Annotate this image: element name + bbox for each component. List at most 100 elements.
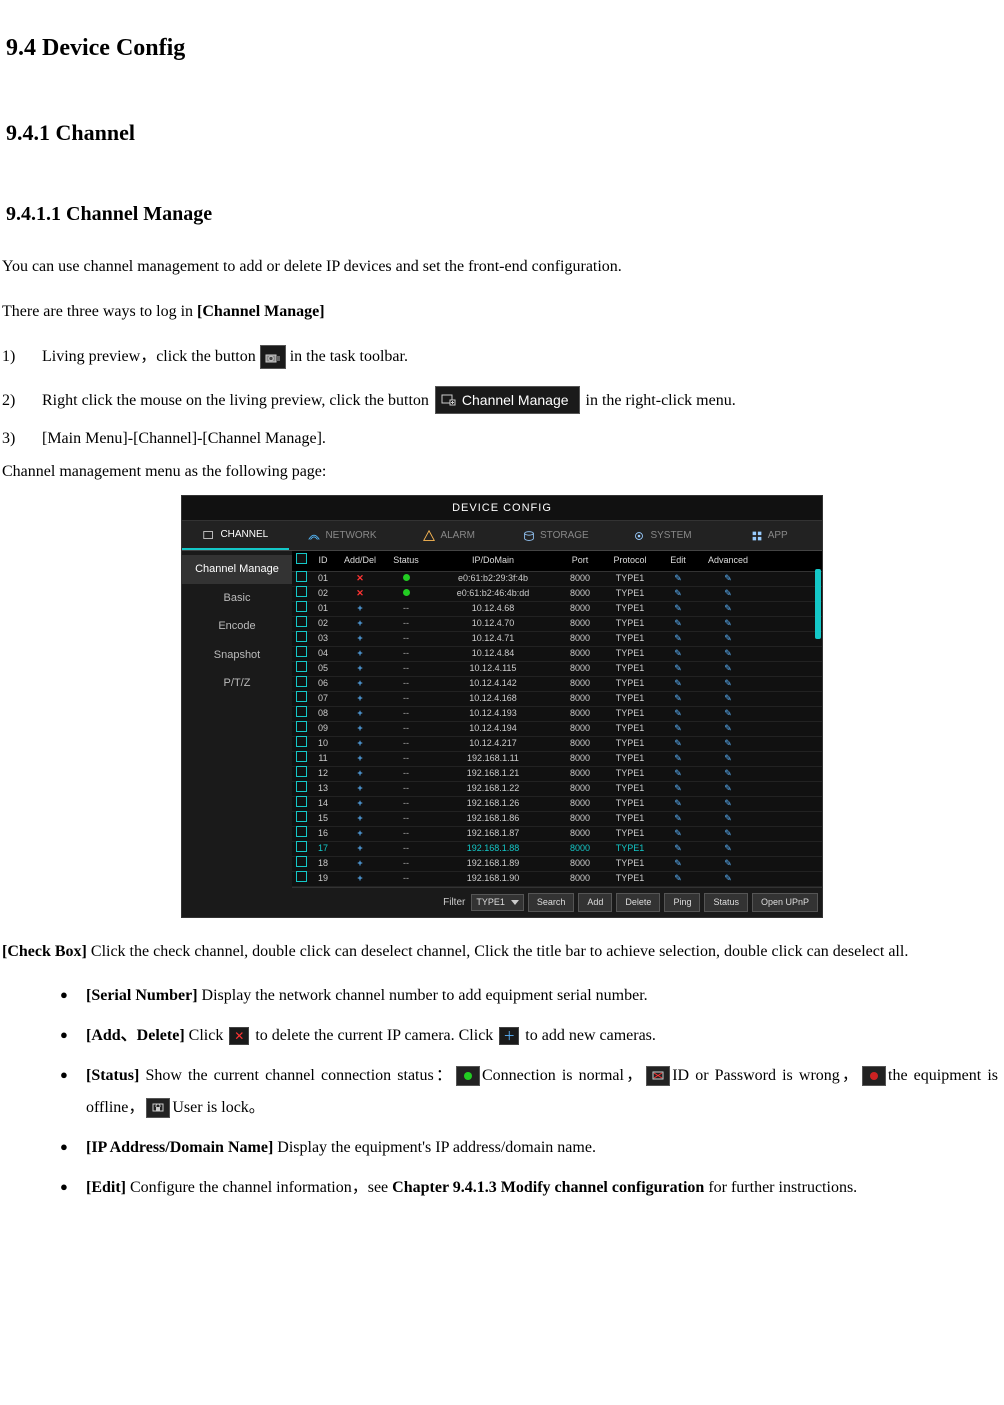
top-tab-network[interactable]: NETWORK [289, 521, 396, 550]
table-row[interactable]: 15+--192.168.1.868000TYPE1✎✎ [292, 812, 822, 827]
bullet-status: [Status] Show the current channel connec… [60, 1060, 998, 1124]
heading-2: 9.4.1 Channel [6, 116, 1004, 149]
b3-text-c: Connection is normal， [482, 1067, 644, 1084]
b2-text-b: Click [189, 1027, 228, 1044]
step-3-num: 3) [2, 426, 42, 452]
column-header[interactable]: Port [558, 554, 602, 568]
table-row[interactable]: 08+--10.12.4.1938000TYPE1✎✎ [292, 707, 822, 722]
table-row[interactable]: 10+--10.12.4.2178000TYPE1✎✎ [292, 737, 822, 752]
step-1-text-a: Living preview，click the button [42, 339, 256, 374]
status-button[interactable]: Status [704, 893, 748, 913]
table-row[interactable]: 07+--10.12.4.1688000TYPE1✎✎ [292, 692, 822, 707]
b2-label: Add、Delete] [91, 1027, 188, 1044]
heading-3: 9.4.1.1 Channel Manage [6, 199, 1004, 229]
table-row[interactable]: 03+--10.12.4.718000TYPE1✎✎ [292, 632, 822, 647]
b3-text-d: ID or Password is wrong， [672, 1067, 860, 1084]
table-row[interactable]: 12+--192.168.1.218000TYPE1✎✎ [292, 767, 822, 782]
top-tab-app[interactable]: APP [715, 521, 822, 550]
top-tab-channel[interactable]: CHANNEL [182, 521, 289, 550]
heading-1: 9.4 Device Config [6, 30, 1004, 66]
status-normal-icon [456, 1066, 480, 1086]
b5-text-b: Configure the channel information，see [130, 1179, 392, 1196]
figure-caption: Channel management menu as the following… [2, 459, 998, 485]
table-header: IDAdd/DelStatusIP/DoMainPortProtocolEdit… [292, 551, 822, 572]
intro-paragraph-1: You can use channel management to add or… [2, 249, 998, 284]
bullet-edit: [Edit] Configure the channel information… [60, 1172, 998, 1204]
add-plus-icon: ＋ [499, 1027, 519, 1045]
table-row[interactable]: 01+--10.12.4.688000TYPE1✎✎ [292, 602, 822, 617]
table-row[interactable]: 06+--10.12.4.1428000TYPE1✎✎ [292, 677, 822, 692]
b3-label: [Status] [86, 1067, 145, 1084]
ping-button[interactable]: Ping [664, 893, 700, 913]
b2-text-c: to delete the current IP camera. Click [251, 1027, 497, 1044]
b1-text: Display the network channel number to ad… [202, 987, 648, 1004]
table-row[interactable]: 11+--192.168.1.118000TYPE1✎✎ [292, 752, 822, 767]
column-header[interactable]: Edit [658, 554, 698, 568]
b3-text-b: Show the current channel connection stat… [145, 1067, 454, 1084]
column-header[interactable]: Add/Del [336, 554, 384, 568]
sidebar-item-basic[interactable]: Basic [182, 584, 292, 613]
bottom-toolbar: Filter TYPE1SearchAddDeletePingStatusOpen… [292, 887, 822, 918]
b3-text-f: User is lock。 [172, 1099, 264, 1116]
top-tab-system[interactable]: SYSTEM [609, 521, 716, 550]
table-row[interactable]: 19+--192.168.1.908000TYPE1✎✎ [292, 872, 822, 887]
status-lock-icon [146, 1098, 170, 1118]
sidebar: Channel ManageBasicEncodeSnapshotP/T/Z [182, 551, 292, 917]
table-row[interactable]: 09+--10.12.4.1948000TYPE1✎✎ [292, 722, 822, 737]
checkbox-paragraph: [Check Box] Click the check channel, dou… [2, 934, 998, 969]
top-tab-alarm[interactable]: ALARM [395, 521, 502, 550]
delete-x-icon: ✕ [229, 1027, 249, 1045]
table-row[interactable]: 13+--192.168.1.228000TYPE1✎✎ [292, 782, 822, 797]
column-header[interactable]: Protocol [602, 554, 658, 568]
step-3: 3) [Main Menu]-[Channel]-[Channel Manage… [2, 426, 998, 452]
step-2: 2) Right click the mouse on the living p… [2, 383, 998, 418]
top-tab-storage[interactable]: STORAGE [502, 521, 609, 550]
table-row[interactable]: 02+--10.12.4.708000TYPE1✎✎ [292, 617, 822, 632]
column-header[interactable]: IP/DoMain [428, 554, 558, 568]
step-1-num: 1) [2, 339, 42, 374]
step-2-text-a: Right click the mouse on the living prev… [42, 383, 429, 418]
b2-text-d: to add new cameras. [521, 1027, 656, 1044]
table-row[interactable]: 04+--10.12.4.848000TYPE1✎✎ [292, 647, 822, 662]
sidebar-item-channel-manage[interactable]: Channel Manage [182, 555, 292, 584]
main-table: IDAdd/DelStatusIP/DoMainPortProtocolEdit… [292, 551, 822, 917]
column-header[interactable] [292, 553, 310, 569]
column-header[interactable]: Advanced [698, 554, 758, 568]
column-header[interactable]: Status [384, 554, 428, 568]
step-1-text-b: in the task toolbar. [290, 339, 408, 374]
table-row[interactable]: 18+--192.168.1.898000TYPE1✎✎ [292, 857, 822, 872]
bullet-add-delete: [Add、Delete] Click ✕ to delete the curre… [60, 1020, 998, 1052]
b5-text-d: for further instructions. [708, 1179, 857, 1196]
b4-label: [IP Address/Domain Name] [86, 1139, 277, 1156]
column-header[interactable]: ID [310, 554, 336, 568]
device-config-title: DEVICE CONFIG [182, 496, 822, 522]
checkbox-label: [Check Box] [2, 943, 91, 960]
channel-manage-btn-label: Channel Manage [462, 385, 569, 416]
table-row[interactable]: 16+--192.168.1.878000TYPE1✎✎ [292, 827, 822, 842]
b1-label: [Serial Number] [86, 987, 202, 1004]
filter-label: Filter [443, 895, 465, 910]
intro-p2-text: There are three ways to log in [2, 303, 197, 320]
step-3-text: [Main Menu]-[Channel]-[Channel Manage]. [42, 426, 326, 452]
sidebar-item-snapshot[interactable]: Snapshot [182, 641, 292, 670]
add-button[interactable]: Add [578, 893, 612, 913]
table-row[interactable]: 01✕e0:61:b2:29:3f:4b8000TYPE1✎✎ [292, 572, 822, 587]
sidebar-item-p-t-z[interactable]: P/T/Z [182, 669, 292, 698]
table-row[interactable]: 02✕e0:61:b2:46:4b:dd8000TYPE1✎✎ [292, 587, 822, 602]
bullet-serial-number: [Serial Number] Display the network chan… [60, 980, 998, 1012]
search-button[interactable]: Search [528, 893, 575, 913]
sidebar-item-encode[interactable]: Encode [182, 612, 292, 641]
scrollbar-thumb[interactable] [815, 569, 821, 639]
delete-button[interactable]: Delete [616, 893, 660, 913]
step-2-text-b: in the right-click menu. [586, 383, 736, 418]
status-offline-icon [862, 1066, 886, 1086]
table-row[interactable]: 05+--10.12.4.1158000TYPE1✎✎ [292, 662, 822, 677]
device-config-panel: DEVICE CONFIG CHANNELNETWORKALARMSTORAGE… [181, 495, 823, 919]
table-row[interactable]: 14+--192.168.1.268000TYPE1✎✎ [292, 797, 822, 812]
b4-text: Display the equipment's IP address/domai… [277, 1139, 596, 1156]
intro-paragraph-2: There are three ways to log in [Channel … [2, 294, 998, 329]
filter-select[interactable]: TYPE1 [471, 894, 524, 912]
open-upnp-button[interactable]: Open UPnP [752, 893, 818, 913]
table-row[interactable]: 17+--192.168.1.888000TYPE1✎✎ [292, 842, 822, 857]
channel-manage-icon [440, 393, 456, 407]
